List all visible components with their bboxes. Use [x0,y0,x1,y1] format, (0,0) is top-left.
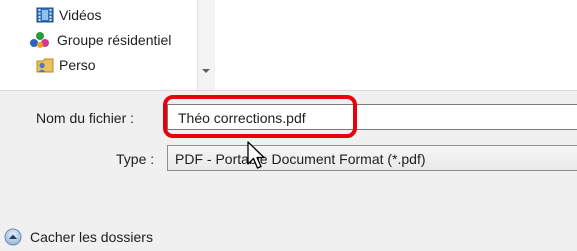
file-type-value: PDF - Portable Document Format (*.pdf) [175,151,426,167]
video-library-icon [36,7,54,23]
nav-item-label: Vidéos [59,7,102,23]
user-folder-icon [36,58,54,73]
hide-folders-label: Cacher les dossiers [30,229,153,245]
nav-item-label: Groupe résidentiel [57,32,172,48]
nav-item-homegroup[interactable]: Groupe résidentiel [29,29,171,51]
folder-tree[interactable]: Vidéos Groupe résidentiel Perso [0,0,197,90]
mouse-pointer-icon [247,141,265,169]
chevron-up-circle-icon [4,228,22,246]
filename-value: Théo corrections.pdf [178,110,306,126]
nav-item-perso[interactable]: Perso [36,54,96,76]
pane-divider [0,90,577,91]
nav-item-label: Perso [59,57,96,73]
nav-item-videos[interactable]: Vidéos [36,4,102,26]
folder-tree-scrollbar[interactable] [197,0,215,90]
scroll-down-arrow-icon[interactable] [202,69,210,73]
type-label: Type : [116,151,155,167]
file-type-select[interactable]: PDF - Portable Document Format (*.pdf) [167,145,577,171]
filename-label: Nom du fichier : [36,110,135,126]
file-list-pane [215,0,577,90]
navigation-pane: Vidéos Groupe résidentiel Perso [0,0,577,90]
filename-input[interactable]: Théo corrections.pdf [167,104,577,130]
homegroup-icon [30,32,49,48]
hide-folders-toggle[interactable]: Cacher les dossiers [4,226,153,248]
